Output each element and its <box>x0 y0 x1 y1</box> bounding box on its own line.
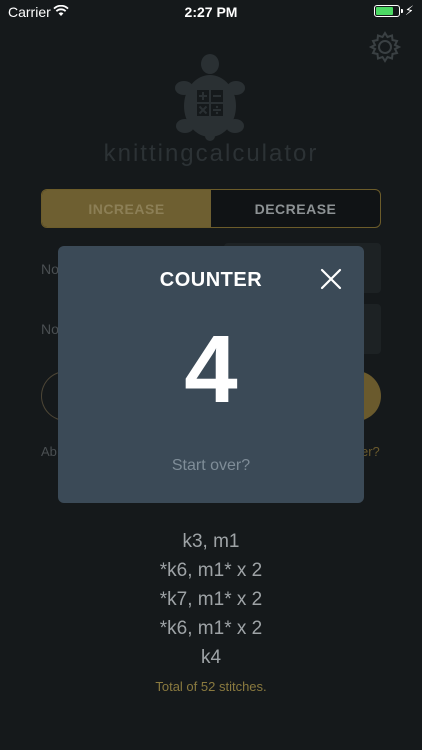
field-label-2: No <box>41 321 59 337</box>
status-bar: Carrier 2:27 PM ⚡ <box>0 0 422 24</box>
result-line: *k6, m1* x 2 <box>159 618 263 639</box>
mode-toggle: INCREASE DECREASE <box>41 189 381 228</box>
counter-modal: COUNTER 4 Start over? <box>58 246 364 503</box>
result-line: *k6, m1* x 2 <box>159 560 263 581</box>
turtle-calculator-icon <box>175 54 245 141</box>
result-line: k4 <box>200 647 222 668</box>
decrease-tab[interactable]: DECREASE <box>211 190 380 227</box>
battery-icon <box>374 5 403 17</box>
total-stitches: Total of 52 stitches. <box>155 679 267 694</box>
status-time: 2:27 PM <box>184 4 238 20</box>
left-hint: Ab <box>41 444 57 459</box>
gear-icon[interactable] <box>368 30 402 64</box>
result-line: *k7, m1* x 2 <box>159 589 263 610</box>
result-line: k3, m1 <box>182 531 240 552</box>
start-over-link[interactable]: Start over? <box>58 457 364 475</box>
increase-tab[interactable]: INCREASE <box>42 190 211 227</box>
charging-icon: ⚡ <box>404 3 414 18</box>
field-label-1: No <box>41 261 59 277</box>
app-name: knittingcalculator <box>103 140 319 167</box>
counter-value[interactable]: 4 <box>58 322 364 418</box>
close-icon[interactable] <box>318 266 344 292</box>
